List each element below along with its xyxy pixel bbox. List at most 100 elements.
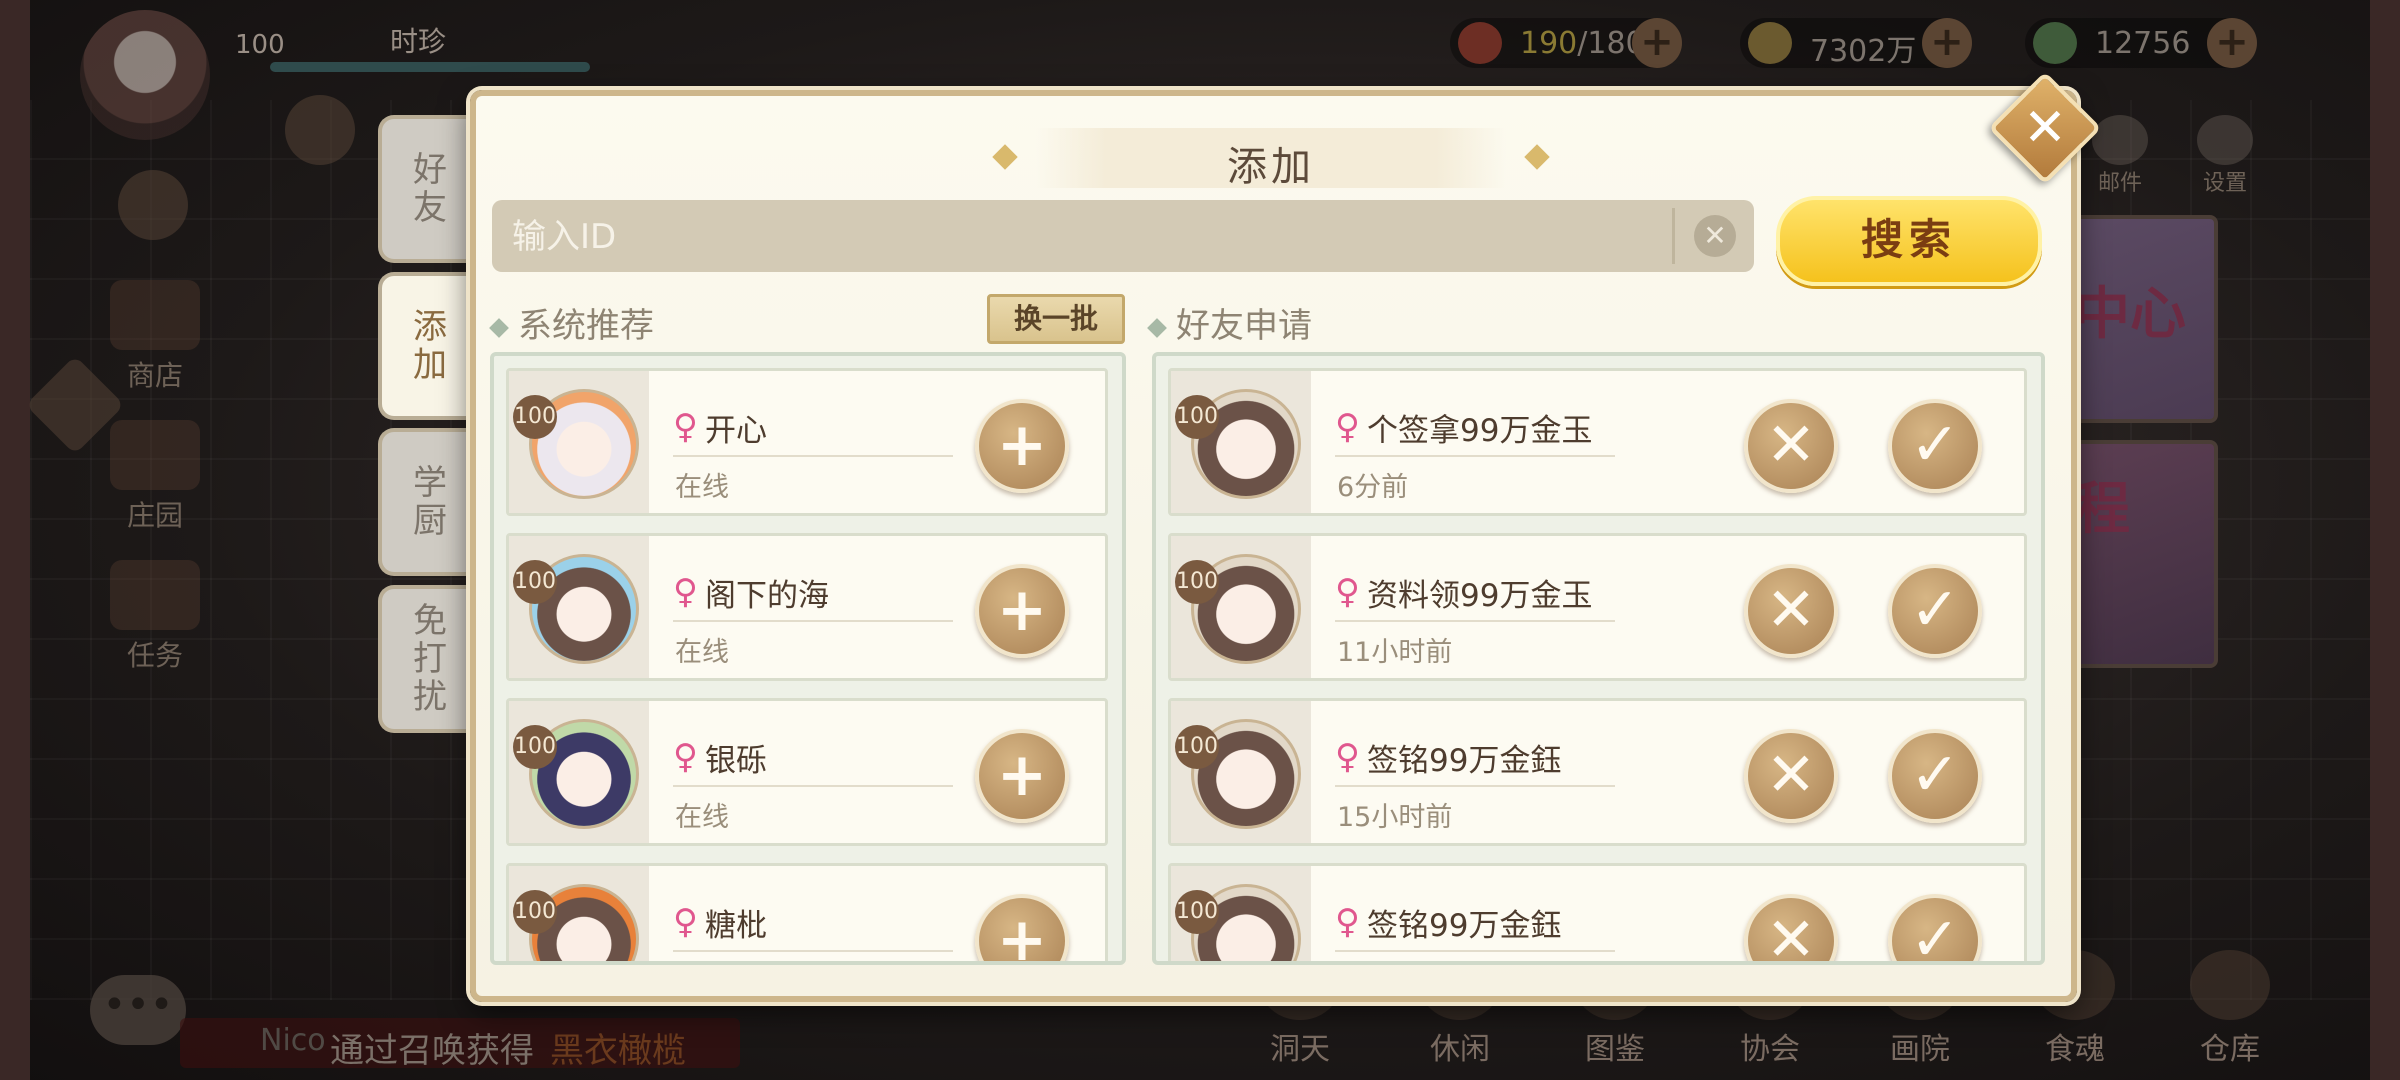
accept-button[interactable]: ✓ (1888, 564, 1982, 658)
user-name: 开心 (705, 413, 767, 449)
divider (1335, 455, 1615, 457)
ticker-highlight: 黑衣橄榄 (550, 1031, 686, 1071)
user-name: 阁下的海 (705, 578, 829, 614)
reject-button[interactable]: ✕ (1744, 729, 1838, 823)
online-status: 在线 (675, 637, 729, 668)
add-coin-button[interactable]: + (1922, 18, 1972, 68)
stamina-counter: 190/180 + (1450, 18, 1682, 68)
scroll-icon (110, 560, 200, 630)
tab-add[interactable]: 添加 (378, 272, 472, 420)
female-icon: ♀ (673, 737, 698, 777)
list-item[interactable]: 100 ♀ 个签拿99万金玉 6分前 ✕ ✓ (1168, 368, 2027, 516)
nav-codex-label: 图鉴 (1585, 1032, 1645, 1067)
list-item[interactable]: 100 ♀ 银砾 在线 + (506, 698, 1108, 846)
avatar[interactable] (1171, 701, 1311, 843)
recommend-section-title: 系统推荐 (489, 298, 654, 347)
nav-warehouse[interactable]: 仓库 (2175, 950, 2285, 1068)
reject-button[interactable]: ✕ (1744, 564, 1838, 658)
list-item[interactable]: 100 ♀ 阁下的海 在线 + (506, 533, 1108, 681)
add-stamina-button[interactable]: + (1632, 18, 1682, 68)
event-banner-2[interactable]: 程 (2060, 440, 2218, 668)
tab-do-not-disturb[interactable]: 免打扰 (378, 585, 472, 733)
divider (1335, 785, 1615, 787)
nav-leisure-label: 休闲 (1430, 1032, 1490, 1067)
recommend-title-text: 系统推荐 (518, 306, 654, 346)
divider (673, 620, 953, 622)
level-badge: 100 (513, 890, 557, 934)
list-item[interactable]: 100 ♀ 签铭99万金鈺 15小时前 ✕ ✓ (1168, 698, 2027, 846)
diamond-icon (489, 317, 509, 338)
list-item[interactable]: 100 ♀ 签铭99万金鈺 ✕ ✓ (1168, 863, 2027, 961)
divider (673, 785, 953, 787)
reject-button[interactable]: ✕ (1744, 894, 1838, 961)
nav-gallery-label: 画院 (1890, 1032, 1950, 1067)
female-icon: ♀ (673, 572, 698, 612)
requests-title-text: 好友申请 (1176, 306, 1312, 346)
manor-label: 庄园 (126, 499, 183, 532)
search-button[interactable]: 搜索 (1776, 196, 2042, 286)
avatar[interactable] (509, 701, 649, 843)
tab-chef[interactable]: 学厨 (378, 428, 472, 576)
clear-input-button[interactable]: ✕ (1694, 215, 1736, 257)
close-icon: ✕ (2023, 98, 2067, 158)
event-banner-1[interactable]: 中心 (2060, 215, 2218, 423)
divider (673, 455, 953, 457)
bowl-icon (1458, 22, 1502, 64)
task-label: 任务 (126, 639, 183, 672)
jade-value: 12756 (2095, 26, 2191, 61)
add-friend-button[interactable]: + (975, 564, 1069, 658)
player-avatar[interactable] (80, 10, 210, 140)
list-item[interactable]: 100 ♀ 资料领99万金玉 11小时前 ✕ ✓ (1168, 533, 2027, 681)
shop-button[interactable]: 商店 (100, 280, 210, 394)
add-jade-button[interactable]: + (2207, 18, 2257, 68)
add-friend-button[interactable]: + (975, 894, 1069, 961)
avatar[interactable] (509, 371, 649, 513)
search-divider (1672, 208, 1675, 264)
recommend-list[interactable]: 100 ♀ 开心 在线 + 100 ♀ 阁下的海 在线 + 100 ♀ 银砾 在… (490, 352, 1126, 965)
nav-warehouse-label: 仓库 (2200, 1032, 2260, 1067)
tab-friends[interactable]: 好友 (378, 115, 472, 263)
level-badge: 100 (1175, 395, 1219, 439)
diamond-icon (1147, 317, 1167, 338)
settings-button[interactable]: 设置 (2190, 115, 2260, 197)
user-name: 个签拿99万金玉 (1367, 413, 1593, 449)
female-icon: ♀ (1335, 737, 1360, 777)
avatar[interactable] (1171, 536, 1311, 678)
eye-icon[interactable] (118, 170, 188, 240)
player-level: 100 (235, 30, 285, 60)
request-time: 11小时前 (1337, 637, 1453, 668)
level-badge: 100 (513, 725, 557, 769)
warehouse-icon (2190, 950, 2270, 1020)
banner-2-text: 程 (2074, 477, 2130, 542)
right-frame (2370, 0, 2400, 1080)
female-icon: ♀ (1335, 407, 1360, 447)
female-icon: ♀ (1335, 902, 1360, 942)
add-friend-button[interactable]: + (975, 729, 1069, 823)
settings-label: 设置 (2202, 171, 2247, 196)
task-button[interactable]: 任务 (100, 560, 210, 674)
avatar[interactable] (509, 536, 649, 678)
user-name: 资料领99万金玉 (1367, 578, 1593, 614)
list-item[interactable]: 100 ♀ 糖枇 + (506, 863, 1108, 961)
female-icon: ♀ (673, 407, 698, 447)
requests-list[interactable]: 100 ♀ 个签拿99万金玉 6分前 ✕ ✓ 100 ♀ 资料领99万金玉 11… (1152, 352, 2045, 965)
id-search-input[interactable] (510, 210, 1634, 264)
accept-button[interactable]: ✓ (1888, 399, 1982, 493)
refresh-button[interactable]: 换一批 (987, 294, 1125, 344)
swirl-icon[interactable] (285, 95, 355, 165)
mail-label: 邮件 (2097, 171, 2142, 196)
manor-icon (110, 420, 200, 490)
chat-button[interactable]: ••• (90, 975, 186, 1045)
manor-button[interactable]: 庄园 (100, 420, 210, 534)
requests-section-title: 好友申请 (1147, 298, 1312, 347)
add-friend-button[interactable]: + (975, 399, 1069, 493)
left-frame (0, 0, 30, 1080)
dialog-title-plate: 添加 (992, 128, 1550, 190)
avatar[interactable] (1171, 371, 1311, 513)
accept-button[interactable]: ✓ (1888, 729, 1982, 823)
list-item[interactable]: 100 ♀ 开心 在线 + (506, 368, 1108, 516)
divider (1335, 950, 1615, 952)
reject-button[interactable]: ✕ (1744, 399, 1838, 493)
accept-button[interactable]: ✓ (1888, 894, 1982, 961)
level-badge: 100 (513, 395, 557, 439)
